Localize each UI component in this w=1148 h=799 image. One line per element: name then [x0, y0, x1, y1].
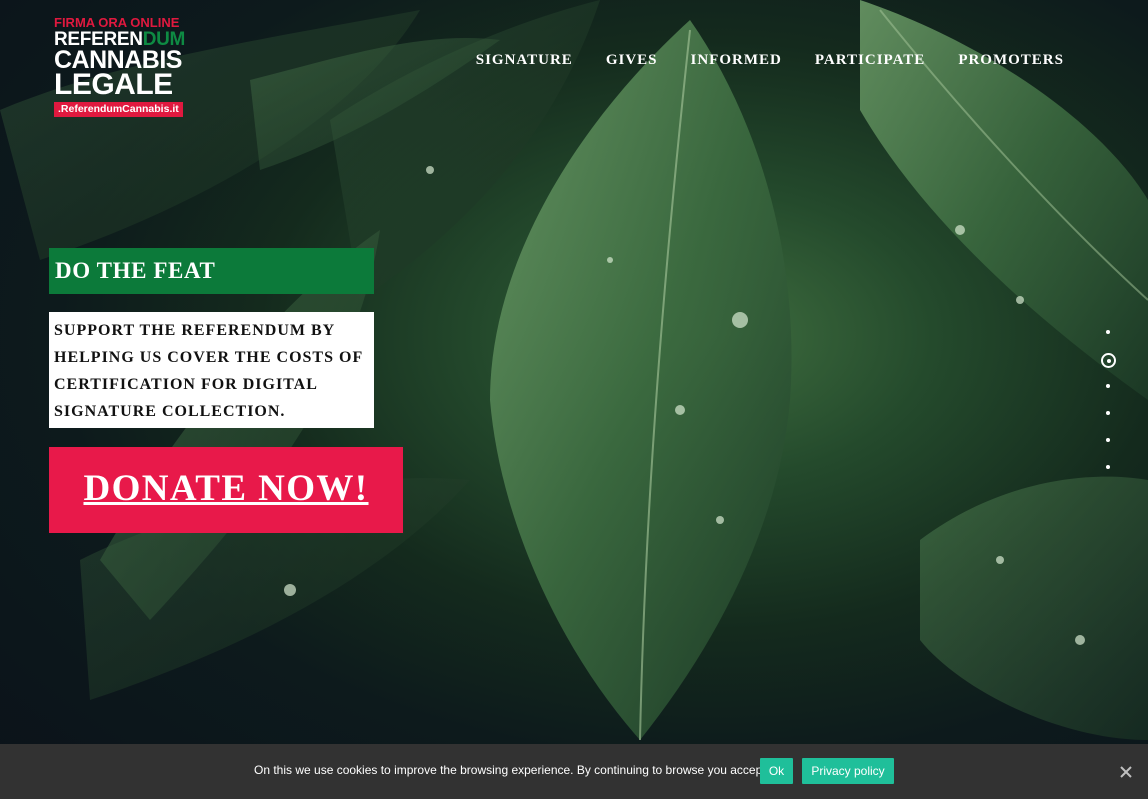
hero-description: SUPPORT THE REFERENDUM BY HELPING US COV…: [49, 312, 374, 428]
nav-item-informed[interactable]: INFORMED: [691, 52, 782, 69]
slide-dot-3[interactable]: [1106, 384, 1110, 388]
nav-item-gives[interactable]: GIVES: [606, 52, 658, 69]
slide-dot-2-active[interactable]: [1101, 353, 1116, 368]
hero-heading: DO THE FEAT: [49, 248, 374, 294]
cookie-ok-button[interactable]: Ok: [760, 758, 793, 784]
slide-dot-4[interactable]: [1106, 411, 1110, 415]
nav-item-signature[interactable]: SIGNATURE: [476, 52, 573, 69]
logo-url: .ReferendumCannabis.it: [54, 102, 183, 117]
cookie-text: On this we use cookies to improve the br…: [254, 763, 766, 777]
close-icon[interactable]: [1118, 764, 1134, 780]
slide-dot-6[interactable]: [1106, 465, 1110, 469]
donate-button-label: DONATE NOW!: [83, 467, 369, 509]
nav-item-promoters[interactable]: PROMOTERS: [958, 52, 1064, 69]
privacy-policy-button[interactable]: Privacy policy: [802, 758, 894, 784]
donate-button[interactable]: DONATE NOW!: [49, 447, 403, 533]
cookie-banner: On this we use cookies to improve the br…: [0, 744, 1148, 799]
page: FIRMA ORA ONLINE REFERENDUM CANNABIS LEG…: [0, 0, 1148, 799]
logo-tagline: FIRMA ORA ONLINE: [54, 15, 180, 30]
slide-dot-5[interactable]: [1106, 438, 1110, 442]
main-nav: SIGNATURE GIVES INFORMED PARTICIPATE PRO…: [476, 52, 1064, 69]
slide-dot-1[interactable]: [1106, 330, 1110, 334]
logo-legale: LEGALE: [54, 68, 173, 101]
site-logo[interactable]: FIRMA ORA ONLINE REFERENDUM CANNABIS LEG…: [54, 16, 194, 117]
nav-item-participate[interactable]: PARTICIPATE: [815, 52, 925, 69]
